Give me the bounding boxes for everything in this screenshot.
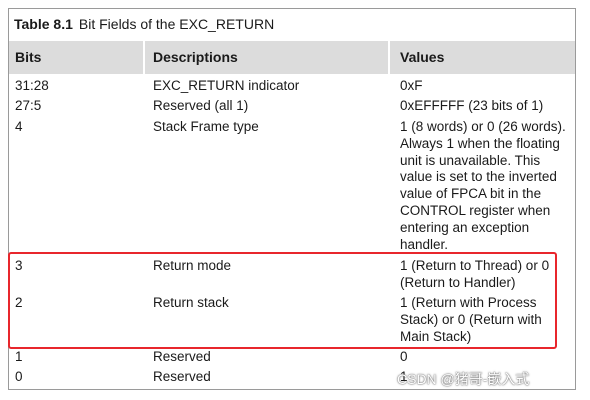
page: Table 8.1 Bit Fields of the EXC_RETURN Bi… [0,0,590,400]
header-bits: Bits [15,49,42,65]
cell-bits: 27:5 [15,98,42,113]
cell-bits: 31:28 [15,78,49,93]
header-descriptions: Descriptions [153,49,238,65]
table-header-row: Bits Descriptions Values [9,41,575,74]
cell-description: Reserved (all 1) [153,98,249,113]
table-caption: Table 8.1 Bit Fields of the EXC_RETURN [14,15,274,33]
column-separator [143,41,145,74]
cell-value: 0xEFFFFF (23 bits of 1) [400,98,544,113]
caption-title: Bit Fields of the EXC_RETURN [78,16,275,32]
header-values: Values [400,49,445,65]
cell-description: Stack Frame type [153,119,259,134]
cell-value: 0xF [400,78,423,93]
cell-description: EXC_RETURN indicator [153,78,300,93]
cell-value: 0 [400,349,408,364]
cell-bits: 4 [15,119,23,134]
highlight-annotation-box [8,252,557,349]
watermark: CSDN @猪哥-嵌入式 [397,371,530,387]
caption-number: Table 8.1 [14,16,73,32]
cell-value: 1 (8 words) or 0 (26 words). Always 1 wh… [400,119,566,252]
cell-description: Reserved [153,369,211,384]
cell-bits: 0 [15,369,23,384]
cell-description: Reserved [153,349,211,364]
column-separator [388,41,390,74]
cell-bits: 1 [15,349,23,364]
